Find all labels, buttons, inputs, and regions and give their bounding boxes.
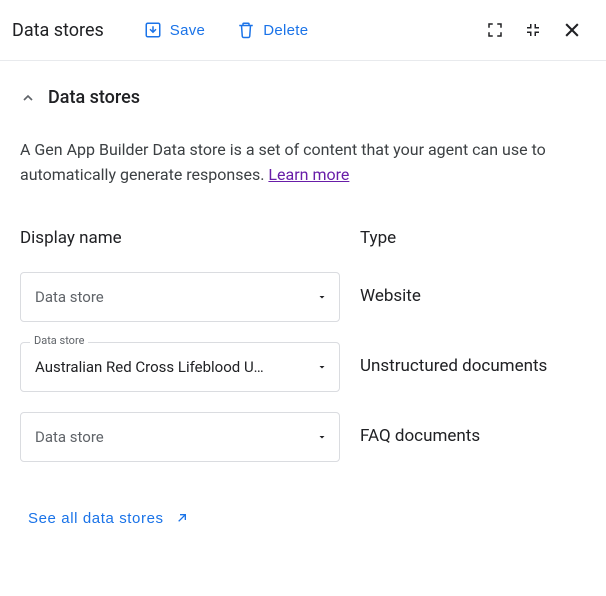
- panel: Data stores A Gen App Builder Data store…: [0, 61, 606, 537]
- columns-header: Display name Type: [16, 196, 590, 248]
- data-store-select[interactable]: Data store: [20, 412, 340, 462]
- type-label: FAQ documents: [360, 425, 480, 448]
- type-label: Unstructured documents: [360, 355, 547, 378]
- see-all-label: See all data stores: [28, 510, 164, 527]
- fullscreen-icon: [486, 21, 504, 39]
- type-label: Website: [360, 285, 421, 308]
- data-store-select[interactable]: Data store: [20, 272, 340, 322]
- exit-fullscreen-button[interactable]: [516, 13, 550, 47]
- close-icon: [562, 20, 582, 40]
- data-store-rows: Data store Website Data store Australian…: [16, 248, 590, 462]
- select-placeholder: Data store: [35, 428, 299, 446]
- save-button[interactable]: Save: [136, 15, 213, 45]
- exit-fullscreen-icon: [524, 21, 542, 39]
- data-store-row: Data store Australian Red Cross Lifebloo…: [20, 342, 586, 392]
- header: Data stores Save Delete: [0, 0, 606, 61]
- save-icon: [144, 21, 162, 39]
- select-value: Australian Red Cross Lifeblood U…: [35, 358, 299, 376]
- section-header[interactable]: Data stores: [16, 81, 590, 120]
- page-title: Data stores: [12, 20, 104, 41]
- data-store-row: Data store FAQ documents: [20, 412, 586, 462]
- section-description: A Gen App Builder Data store is a set of…: [16, 120, 590, 196]
- select-float-label: Data store: [30, 334, 88, 347]
- section-title: Data stores: [48, 87, 140, 108]
- column-type: Type: [360, 228, 396, 248]
- data-store-select[interactable]: Data store Australian Red Cross Lifebloo…: [20, 342, 340, 392]
- delete-button-label: Delete: [263, 22, 308, 39]
- see-all-data-stores-link[interactable]: See all data stores: [24, 500, 194, 537]
- data-store-row: Data store Website: [20, 272, 586, 322]
- close-button[interactable]: [554, 12, 590, 48]
- learn-more-link[interactable]: Learn more: [268, 165, 349, 184]
- select-placeholder: Data store: [35, 288, 299, 306]
- column-display-name: Display name: [20, 228, 360, 248]
- delete-button[interactable]: Delete: [229, 15, 316, 45]
- fullscreen-button[interactable]: [478, 13, 512, 47]
- save-button-label: Save: [170, 22, 205, 39]
- external-link-icon: [174, 510, 190, 526]
- chevron-up-icon: [20, 90, 36, 106]
- trash-icon: [237, 21, 255, 39]
